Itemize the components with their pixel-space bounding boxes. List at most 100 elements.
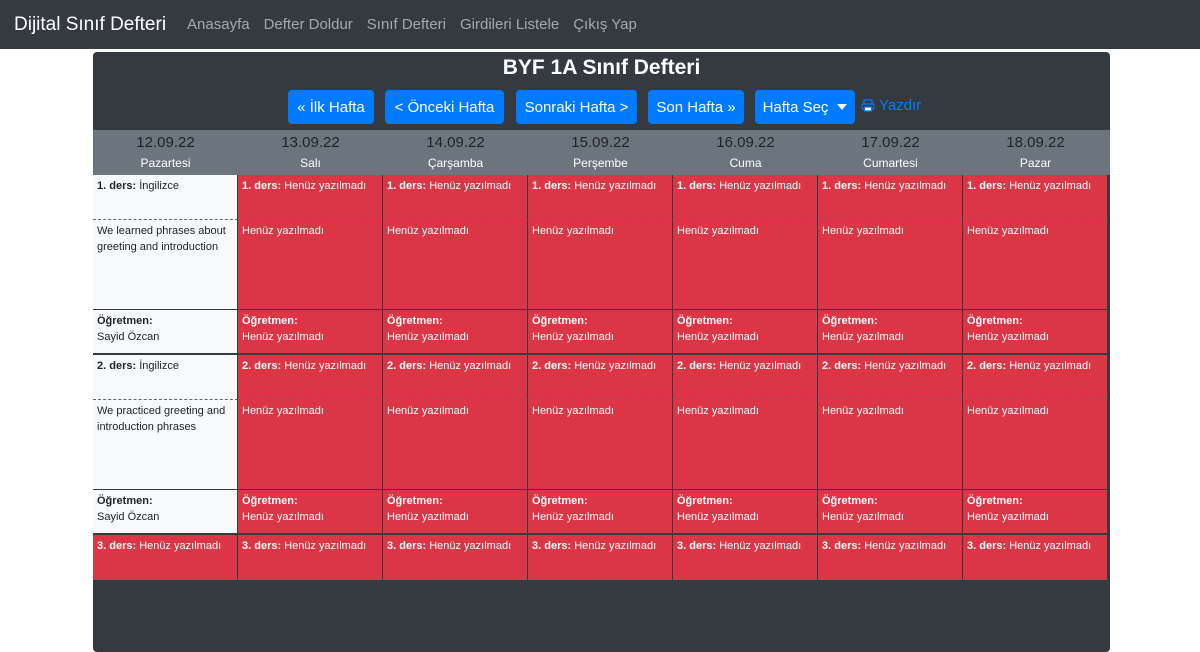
- day-name: Cuma: [729, 156, 762, 170]
- not-written-text: Henüz yazılmadı: [284, 180, 367, 192]
- not-written-text: Henüz yazılmadı: [967, 511, 1049, 523]
- teacher-cell-wednesday: Öğretmen: Henüz yazılmadı: [383, 310, 528, 355]
- not-written-text: Henüz yazılmadı: [822, 225, 904, 237]
- lesson-cell-sunday: 1. ders: Henüz yazılmadı: [963, 175, 1108, 220]
- not-written-text: Henüz yazılmadı: [387, 511, 469, 523]
- not-written-text: Henüz yazılmadı: [677, 225, 759, 237]
- next-week-button[interactable]: Sonraki Hafta >: [516, 90, 637, 124]
- lesson-label: 2. ders:: [967, 360, 1007, 372]
- day-date: 14.09.22: [426, 134, 485, 151]
- teacher-label: Öğretmen:: [677, 315, 733, 327]
- lesson-cell-wednesday: 1. ders: Henüz yazılmadı: [383, 175, 528, 220]
- day-name: Çarşamba: [427, 156, 484, 170]
- not-written-text: Henüz yazılmadı: [532, 225, 614, 237]
- not-written-text: Henüz yazılmadı: [967, 331, 1049, 343]
- day-header-friday: 16.09.22 Cuma: [673, 130, 818, 175]
- teacher-label: Öğretmen:: [822, 495, 878, 507]
- not-written-text: Henüz yazılmadı: [429, 360, 512, 372]
- topic-cell-thursday: Henüz yazılmadı: [528, 220, 673, 310]
- brand[interactable]: Dijital Sınıf Defteri: [14, 14, 166, 36]
- lesson-cell-wednesday: 3. ders: Henüz yazılmadı: [383, 535, 528, 580]
- lesson-label: 3. ders:: [677, 540, 717, 552]
- select-week-label: Hafta Seç: [762, 98, 829, 116]
- select-week-dropdown[interactable]: Hafta Seç: [755, 90, 855, 124]
- teacher-cell-monday: Öğretmen: Sayid Özcan: [93, 490, 238, 535]
- topic-cell-friday: Henüz yazılmadı: [673, 220, 818, 310]
- not-written-text: Henüz yazılmadı: [139, 540, 222, 552]
- nav-link-class-notebook[interactable]: Sınıf Defteri: [367, 16, 446, 33]
- print-link[interactable]: Yazdır: [861, 97, 921, 114]
- not-written-text: Henüz yazılmadı: [532, 331, 614, 343]
- not-written-text: Henüz yazılmadı: [574, 540, 657, 552]
- not-written-text: Henüz yazılmadı: [677, 331, 759, 343]
- teacher-cell-friday: Öğretmen: Henüz yazılmadı: [673, 490, 818, 535]
- nav-link-list-entries[interactable]: Girdileri Listele: [460, 16, 559, 33]
- not-written-text: Henüz yazılmadı: [967, 405, 1049, 417]
- teacher-cell-monday: Öğretmen: Sayid Özcan: [93, 310, 238, 355]
- day-date: 17.09.22: [861, 134, 920, 151]
- lesson-cell-sunday: 2. ders: Henüz yazılmadı: [963, 355, 1108, 400]
- teacher-cell-tuesday: Öğretmen: Henüz yazılmadı: [238, 490, 383, 535]
- lesson-cell-monday: 2. ders: İngilizce: [93, 355, 238, 400]
- not-written-text: Henüz yazılmadı: [1009, 360, 1092, 372]
- topic-cell-wednesday: Henüz yazılmadı: [383, 400, 528, 490]
- teacher-label: Öğretmen:: [97, 315, 153, 327]
- first-week-button[interactable]: « İlk Hafta: [288, 90, 374, 124]
- day-header-tuesday: 13.09.22 Salı: [238, 130, 383, 175]
- lesson-label: 1. ders:: [822, 180, 862, 192]
- topic-cell-monday: We learned phrases about greeting and in…: [93, 220, 238, 310]
- lesson-topic: We learned phrases about greeting and in…: [97, 225, 226, 253]
- last-week-button[interactable]: Son Hafta »: [648, 90, 744, 124]
- topic-cell-saturday: Henüz yazılmadı: [818, 400, 963, 490]
- lesson-label: 2. ders:: [97, 360, 137, 372]
- day-name: Pazar: [1019, 156, 1052, 170]
- lesson-cell-monday: 3. ders: Henüz yazılmadı: [93, 535, 238, 580]
- lesson-label: 2. ders:: [242, 360, 282, 372]
- not-written-text: Henüz yazılmadı: [967, 225, 1049, 237]
- print-label: Yazdır: [879, 97, 922, 114]
- lesson-cell-thursday: 2. ders: Henüz yazılmadı: [528, 355, 673, 400]
- not-written-text: Henüz yazılmadı: [284, 540, 367, 552]
- not-written-text: Henüz yazılmadı: [822, 511, 904, 523]
- not-written-text: Henüz yazılmadı: [719, 360, 802, 372]
- lesson-label: 1. ders:: [242, 180, 282, 192]
- not-written-text: Henüz yazılmadı: [387, 225, 469, 237]
- teacher-cell-sunday: Öğretmen: Henüz yazılmadı: [963, 310, 1108, 355]
- lesson-label: 1. ders:: [97, 180, 137, 192]
- not-written-text: Henüz yazılmadı: [532, 405, 614, 417]
- lesson-label: 3. ders:: [532, 540, 572, 552]
- teacher-label: Öğretmen:: [97, 495, 153, 507]
- lesson-cell-sunday: 3. ders: Henüz yazılmadı: [963, 535, 1108, 580]
- not-written-text: Henüz yazılmadı: [574, 180, 657, 192]
- teacher-cell-tuesday: Öğretmen: Henüz yazılmadı: [238, 310, 383, 355]
- day-name: Pazartesi: [140, 156, 191, 170]
- nav-link-logout[interactable]: Çıkış Yap: [573, 16, 637, 33]
- day-header-sunday: 18.09.22 Pazar: [963, 130, 1108, 175]
- day-date: 18.09.22: [1006, 134, 1065, 151]
- teacher-cell-wednesday: Öğretmen: Henüz yazılmadı: [383, 490, 528, 535]
- teacher-label: Öğretmen:: [967, 315, 1023, 327]
- topic-cell-sunday: Henüz yazılmadı: [963, 400, 1108, 490]
- teacher-cell-saturday: Öğretmen: Henüz yazılmadı: [818, 310, 963, 355]
- teacher-label: Öğretmen:: [677, 495, 733, 507]
- topic-cell-friday: Henüz yazılmadı: [673, 400, 818, 490]
- lesson-cell-friday: 3. ders: Henüz yazılmadı: [673, 535, 818, 580]
- lesson-label: 1. ders:: [387, 180, 427, 192]
- teacher-label: Öğretmen:: [822, 315, 878, 327]
- teacher-name: Sayid Özcan: [97, 511, 160, 523]
- caret-down-icon: [837, 104, 848, 110]
- teacher-label: Öğretmen:: [532, 495, 588, 507]
- not-written-text: Henüz yazılmadı: [677, 511, 759, 523]
- lesson-label: 3. ders:: [822, 540, 862, 552]
- lesson-label: 1. ders:: [677, 180, 717, 192]
- lesson-topic: We practiced greeting and introduction p…: [97, 405, 226, 433]
- not-written-text: Henüz yazılmadı: [387, 331, 469, 343]
- nav-link-fill-notebook[interactable]: Defter Doldur: [264, 16, 353, 33]
- nav-link-home[interactable]: Anasayfa: [187, 16, 250, 33]
- not-written-text: Henüz yazılmadı: [284, 360, 367, 372]
- day-date: 16.09.22: [716, 134, 775, 151]
- previous-week-button[interactable]: < Önceki Hafta: [385, 90, 504, 124]
- teacher-cell-sunday: Öğretmen: Henüz yazılmadı: [963, 490, 1108, 535]
- lesson-subject: İngilizce: [139, 360, 179, 372]
- lesson-label: 2. ders:: [532, 360, 572, 372]
